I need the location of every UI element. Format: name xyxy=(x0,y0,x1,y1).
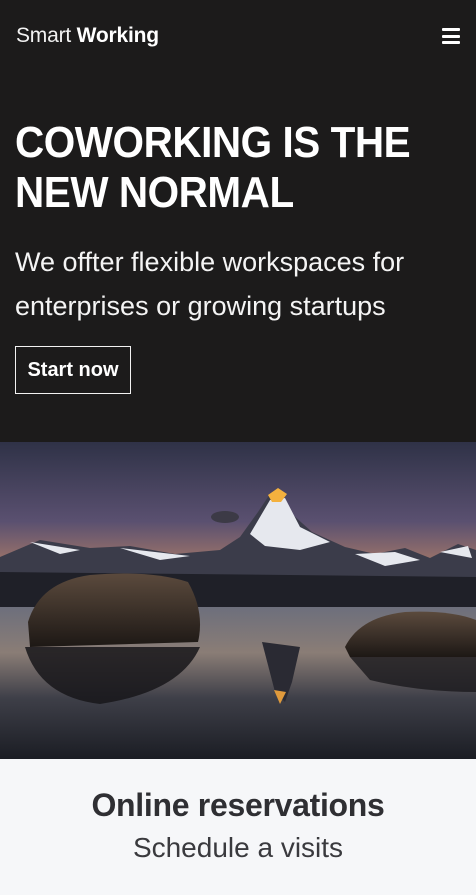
hero-section: Smart Working COWORKING IS THE NEW NORMA… xyxy=(0,0,476,442)
start-now-button[interactable]: Start now xyxy=(15,346,131,394)
reservations-subtitle: Schedule a visits xyxy=(132,832,344,863)
brand-bold: Working xyxy=(76,24,159,47)
hero-subtitle: We offter flexible workspaces for enterp… xyxy=(15,247,405,321)
hero-image xyxy=(0,442,476,759)
mountain-lake-image xyxy=(0,442,476,759)
brand-logo[interactable]: Smart Working xyxy=(16,24,159,48)
hamburger-line xyxy=(442,28,460,31)
hamburger-line xyxy=(442,34,460,38)
hamburger-menu-icon[interactable] xyxy=(442,28,460,44)
brand-light: Smart xyxy=(16,24,72,47)
hamburger-line xyxy=(442,41,460,44)
reservations-title: Online reservations xyxy=(91,787,385,823)
hero-headline: COWORKING IS THE NEW NORMAL xyxy=(15,118,411,217)
reservations-section: Online reservations Schedule a visits xyxy=(0,759,476,895)
navbar: Smart Working xyxy=(16,22,460,50)
